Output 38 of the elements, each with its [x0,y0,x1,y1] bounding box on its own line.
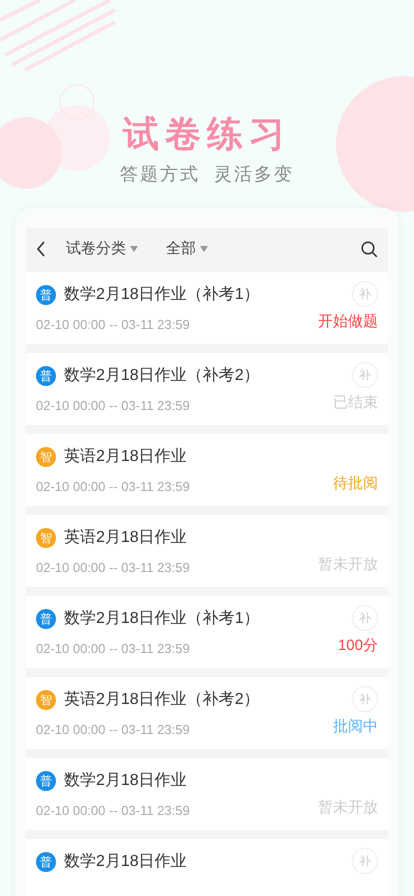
exam-time: 02-10 00:00 -- 03-11 23:59 [36,478,191,496]
exam-title: 数学2月18日作业（补考2） [64,366,260,386]
exam-time: 02-10 00:00 -- 03-11 23:59 [36,802,191,820]
page-title: 试卷练习 [123,112,291,156]
type-badge: 普 [36,771,56,791]
exam-status: 待批阅 [333,474,378,494]
exam-status: 开始做题 [318,312,378,332]
exam-time: 02-10 00:00 -- 03-11 23:59 [36,316,191,334]
exam-title: 英语2月18日作业 [64,528,187,548]
type-badge: 普 [36,852,56,872]
type-badge: 普 [36,366,56,386]
exam-title: 数学2月18日作业（补考1） [64,608,260,629]
exam-title: 英语2月18日作业（补考2） [64,690,260,710]
caret-icon [200,246,208,252]
exam-time: 02-10 00:00 -- 03-11 23:59 [36,721,191,739]
exam-time: 02-10 00:00 -- 03-11 23:59 [36,640,191,658]
search-button[interactable] [361,240,378,258]
type-badge: 普 [36,285,56,305]
filter-dropdown[interactable]: 全部 [166,238,208,260]
exam-item[interactable]: 智 英语2月18日作业 02-10 00:00 -- 03-11 23:59 待批阅 [26,434,388,506]
search-icon [361,240,378,258]
exam-title: 数学2月18日作业（补考1） [64,284,260,305]
type-badge: 智 [36,447,56,467]
exam-time: 02-10 00:00 -- 03-11 23:59 [36,559,191,577]
exam-status: 100分 [338,636,378,656]
page-subtitle: 答题方式 灵活多变 [120,163,294,186]
type-badge: 智 [36,690,56,710]
exam-time: 02-10 00:00 -- 03-11 23:59 [36,397,191,415]
back-button[interactable] [36,241,46,257]
exam-status: 批阅中 [333,717,378,737]
type-badge: 智 [36,528,56,548]
back-icon [36,241,46,257]
exam-title: 数学2月18日作业 [64,770,187,791]
exam-title: 数学2月18日作业 [64,852,187,872]
exam-title: 英语2月18日作业 [64,446,187,467]
filter-dropdown[interactable]: 试卷分类 [66,238,138,260]
type-badge: 普 [36,609,56,629]
caret-icon [130,246,138,252]
